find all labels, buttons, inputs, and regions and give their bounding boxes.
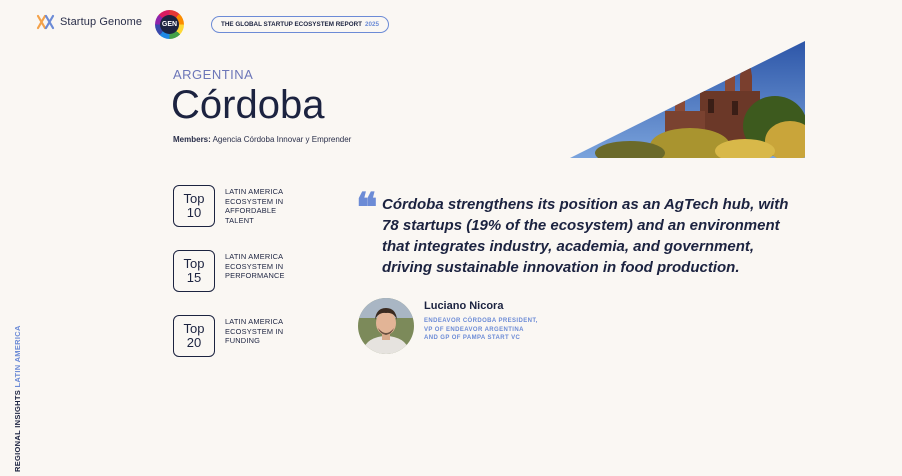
rank-label: LATIN AMERICA ECOSYSTEM IN AFFORDABLE TA… [225,187,284,225]
person-role: ENDEAVOR CÓRDOBA PRESIDENT, VP OF ENDEAV… [424,318,538,341]
startup-genome-logo-icon [36,14,55,30]
side-section-label: REGIONAL INSIGHTS LATIN AMERICA [13,325,22,472]
report-year: 2025 [365,21,380,28]
rank-top: Top [183,321,205,336]
ranking-item: Top 10 LATIN AMERICA ECOSYSTEM IN AFFORD… [173,185,305,227]
rank-badge: Top 20 [173,315,215,357]
brand-name: Startup Genome [60,16,143,28]
person-name: Luciano Nicora [424,300,504,312]
report-title-pill: THE GLOBAL STARTUP ECOSYSTEM REPORT 2025 [211,16,390,33]
ranking-item: Top 15 LATIN AMERICA ECOSYSTEM IN PERFOR… [173,250,305,292]
quote-text: Córdoba strengthens its position as an A… [382,196,789,276]
city-title: Córdoba [171,83,325,127]
ranking-item: Top 20 LATIN AMERICA ECOSYSTEM IN FUNDIN… [173,315,305,357]
gen-badge: GEN [155,10,184,39]
quote-mark-icon: ❝ [356,184,378,231]
members-label: Members: [173,135,211,144]
rank-top: Top [183,191,205,206]
person-avatar [358,298,414,354]
report-title: THE GLOBAL STARTUP ECOSYSTEM REPORT [221,21,362,28]
side-label-secondary: LATIN AMERICA [13,325,22,388]
members-value: Agencia Córdoba Innovar y Emprender [212,135,352,144]
rank-badge: Top 10 [173,185,215,227]
rank-number: 10 [186,205,202,220]
rank-top: Top [183,256,205,271]
country-label: ARGENTINA [173,67,254,82]
rank-number: 15 [186,270,202,285]
rank-label: LATIN AMERICA ECOSYSTEM IN PERFORMANCE [225,252,285,280]
members-line: Members: Agencia Córdoba Innovar y Empre… [173,135,351,144]
rank-label: LATIN AMERICA ECOSYSTEM IN FUNDING [225,317,284,345]
side-label-primary: REGIONAL INSIGHTS [13,389,22,472]
cathedral-photo [570,41,805,158]
rank-number: 20 [186,335,202,350]
gen-badge-label: GEN [160,15,179,34]
startup-genome-logo: Startup Genome [36,14,142,30]
rank-badge: Top 15 [173,250,215,292]
